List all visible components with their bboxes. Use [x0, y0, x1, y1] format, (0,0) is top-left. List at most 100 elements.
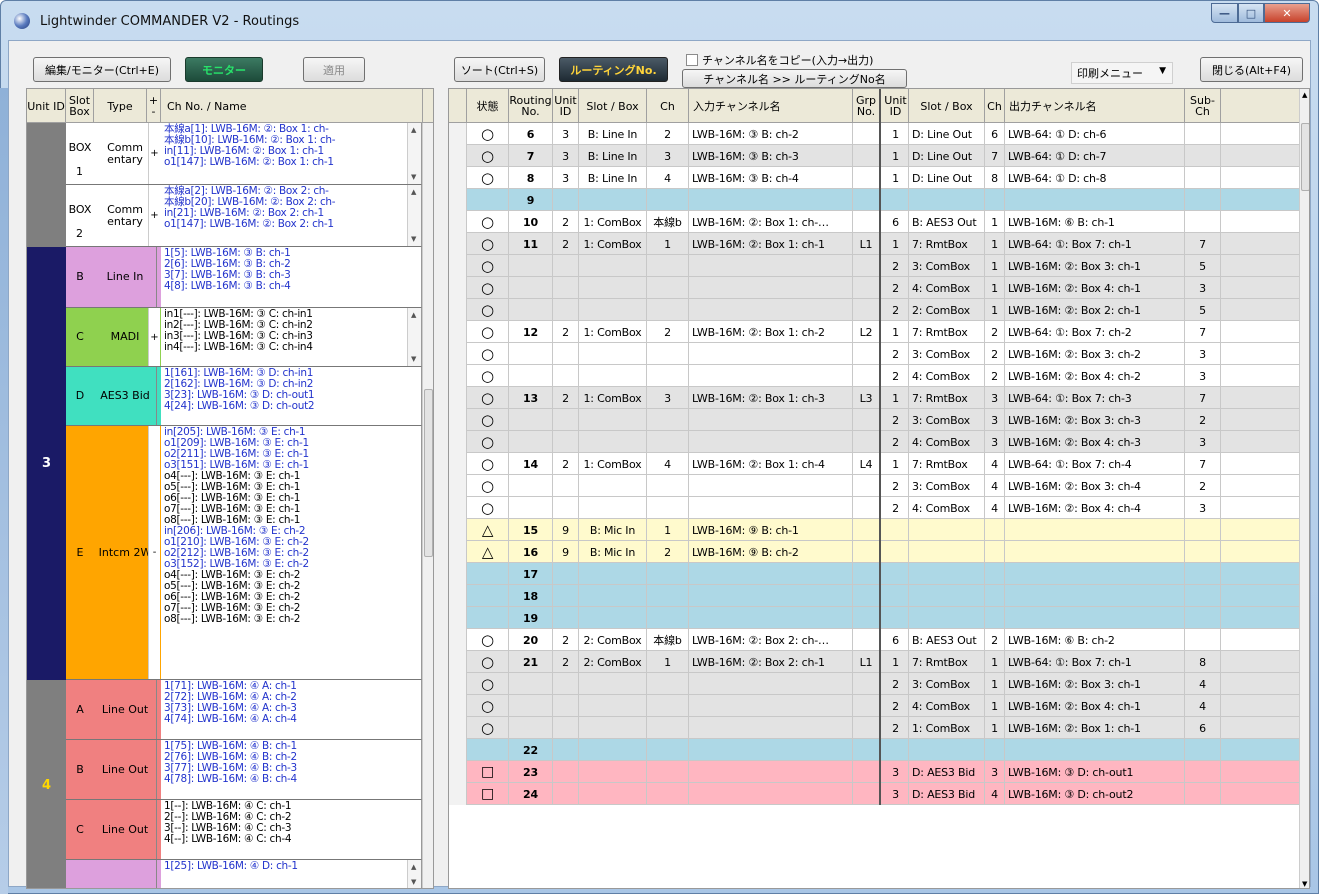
- route-cell-uo[interactable]: 1: [883, 651, 909, 673]
- route-row[interactable]: 22: [449, 739, 1299, 761]
- expand-toggle[interactable]: +: [148, 308, 160, 366]
- route-cell-grp[interactable]: [853, 299, 881, 321]
- route-cell-no[interactable]: [509, 365, 553, 387]
- status-icon[interactable]: ○: [467, 277, 509, 299]
- route-cell-outn[interactable]: [1005, 541, 1185, 563]
- route-cell-inn[interactable]: LWB-16M: ②: Box 1: ch-1: [689, 233, 853, 255]
- route-cell-inn[interactable]: LWB-16M: ②: Box 1: ch-3: [689, 387, 853, 409]
- route-cell-ch[interactable]: 2: [647, 321, 689, 343]
- route-cell-outn[interactable]: LWB-16M: ⑥ B: ch-2: [1005, 629, 1185, 651]
- channel-name[interactable]: 1[25]: LWB-16M: ④ D: ch-1: [164, 861, 421, 872]
- route-cell-outn[interactable]: LWB-64: ①: Box 7: ch-3: [1005, 387, 1185, 409]
- scroll-thumb[interactable]: [1301, 123, 1309, 191]
- route-cell-sub[interactable]: [1185, 739, 1221, 761]
- route-row[interactable]: ○ 2 4: ComBox 1 LWB-16M: ②: Box 4: ch-1 3: [449, 277, 1299, 299]
- route-cell-sl[interactable]: B: Mic In: [579, 519, 647, 541]
- channel-name[interactable]: o8[---]: LWB-16M: ③ E: ch-2: [164, 614, 421, 625]
- slot-row[interactable]: BOX Comm entary 2 + 本線a[2]: LWB-16M: ②: Box …: [66, 185, 422, 247]
- scroll-down-icon[interactable]: ▼: [411, 878, 416, 886]
- route-cell-u[interactable]: [553, 695, 579, 717]
- route-cell-uo[interactable]: 2: [883, 695, 909, 717]
- route-cell-ch[interactable]: 2: [647, 123, 689, 145]
- route-row[interactable]: ○ 2 4: ComBox 3 LWB-16M: ②: Box 4: ch-3 3: [449, 431, 1299, 453]
- route-cell-grp[interactable]: [853, 343, 881, 365]
- route-cell-so[interactable]: 3: ComBox: [909, 255, 985, 277]
- route-cell-co[interactable]: 4: [985, 475, 1005, 497]
- route-cell-ch[interactable]: 4: [647, 453, 689, 475]
- route-row[interactable]: ○ 21 2 2: ComBox 1 LWB-16M: ②: Box 2: ch-1 L1 1…: [449, 651, 1299, 673]
- route-cell-inn[interactable]: LWB-16M: ③ B: ch-3: [689, 145, 853, 167]
- route-cell-inn[interactable]: [689, 431, 853, 453]
- route-row[interactable]: ○ 2 4: ComBox 1 LWB-16M: ②: Box 4: ch-1 4: [449, 695, 1299, 717]
- route-cell-no[interactable]: [509, 717, 553, 739]
- channel-name[interactable]: 4[8]: LWB-16M: ③ B: ch-4: [164, 281, 421, 292]
- route-cell-grp[interactable]: [853, 541, 881, 563]
- route-cell-no[interactable]: [509, 695, 553, 717]
- route-cell-grp[interactable]: [853, 365, 881, 387]
- route-cell-inn[interactable]: [689, 585, 853, 607]
- route-cell-sub[interactable]: [1185, 167, 1221, 189]
- route-cell-sl[interactable]: B: Mic In: [579, 541, 647, 563]
- route-cell-ch[interactable]: 本線b: [647, 211, 689, 233]
- route-cell-uo[interactable]: [883, 189, 909, 211]
- scroll-up-icon[interactable]: ▲: [411, 188, 416, 196]
- route-cell-outn[interactable]: LWB-16M: ②: Box 1: ch-1: [1005, 717, 1185, 739]
- route-cell-u[interactable]: 2: [553, 629, 579, 651]
- route-cell-sl[interactable]: [579, 409, 647, 431]
- route-cell-no[interactable]: 11: [509, 233, 553, 255]
- route-cell-sub[interactable]: 3: [1185, 343, 1221, 365]
- route-cell-sub[interactable]: [1185, 189, 1221, 211]
- route-cell-sl[interactable]: [579, 497, 647, 519]
- route-cell-co[interactable]: 4: [985, 783, 1005, 805]
- route-cell-ch[interactable]: 3: [647, 387, 689, 409]
- slot-row[interactable]: C MADI + in1[---]: LWB-16M: ③ C: ch-in1 in2[…: [66, 308, 422, 367]
- route-cell-no[interactable]: 12: [509, 321, 553, 343]
- route-row[interactable]: ○ 2 3: ComBox 2 LWB-16M: ②: Box 3: ch-2 3: [449, 343, 1299, 365]
- status-icon[interactable]: ○: [467, 629, 509, 651]
- route-cell-so[interactable]: [909, 519, 985, 541]
- route-cell-so[interactable]: [909, 585, 985, 607]
- route-cell-inn[interactable]: LWB-16M: ⑨ B: ch-1: [689, 519, 853, 541]
- route-cell-co[interactable]: 4: [985, 497, 1005, 519]
- route-cell-sl[interactable]: 1: ComBox: [579, 233, 647, 255]
- route-cell-ch[interactable]: [647, 497, 689, 519]
- route-row[interactable]: 9: [449, 189, 1299, 211]
- route-cell-co[interactable]: 1: [985, 211, 1005, 233]
- route-cell-ch[interactable]: [647, 563, 689, 585]
- route-cell-co[interactable]: 1: [985, 673, 1005, 695]
- route-cell-uo[interactable]: 3: [883, 761, 909, 783]
- route-cell-so[interactable]: 3: ComBox: [909, 475, 985, 497]
- scroll-up-icon[interactable]: ▲: [1302, 91, 1307, 99]
- route-cell-sl[interactable]: [579, 255, 647, 277]
- sort-button[interactable]: ソート(Ctrl+S): [454, 57, 545, 82]
- route-cell-sub[interactable]: 4: [1185, 673, 1221, 695]
- route-cell-u[interactable]: [553, 431, 579, 453]
- route-row[interactable]: ○ 10 2 1: ComBox 本線b LWB-16M: ②: Box 1: ch-… 6…: [449, 211, 1299, 233]
- route-cell-so[interactable]: 7: RmtBox: [909, 651, 985, 673]
- route-cell-grp[interactable]: [853, 145, 881, 167]
- route-cell-sub[interactable]: [1185, 629, 1221, 651]
- route-row[interactable]: ○ 2 3: ComBox 1 LWB-16M: ②: Box 3: ch-1 4: [449, 673, 1299, 695]
- channel-name[interactable]: in4[---]: LWB-16M: ③ C: ch-in4: [164, 342, 421, 353]
- route-cell-sl[interactable]: 1: ComBox: [579, 453, 647, 475]
- route-cell-sl[interactable]: 2: ComBox: [579, 629, 647, 651]
- route-cell-no[interactable]: [509, 409, 553, 431]
- route-cell-uo[interactable]: 2: [883, 343, 909, 365]
- route-cell-sub[interactable]: 6: [1185, 717, 1221, 739]
- route-cell-no[interactable]: 14: [509, 453, 553, 475]
- route-cell-outn[interactable]: [1005, 739, 1185, 761]
- route-cell-co[interactable]: [985, 585, 1005, 607]
- route-row[interactable]: ○ 8 3 B: Line In 4 LWB-16M: ③ B: ch-4 1 D: Line…: [449, 167, 1299, 189]
- route-cell-sub[interactable]: [1185, 541, 1221, 563]
- route-cell-co[interactable]: 1: [985, 255, 1005, 277]
- route-cell-no[interactable]: [509, 497, 553, 519]
- route-cell-sl[interactable]: 1: ComBox: [579, 387, 647, 409]
- route-cell-grp[interactable]: [853, 475, 881, 497]
- status-icon[interactable]: ○: [467, 167, 509, 189]
- edit-monitor-button[interactable]: 編集/モニター(Ctrl+E): [33, 57, 171, 82]
- route-row[interactable]: △ 15 9 B: Mic In 1 LWB-16M: ⑨ B: ch-1: [449, 519, 1299, 541]
- status-icon[interactable]: △: [467, 541, 509, 563]
- route-cell-uo[interactable]: 1: [883, 167, 909, 189]
- route-cell-sl[interactable]: [579, 607, 647, 629]
- route-cell-sl[interactable]: [579, 783, 647, 805]
